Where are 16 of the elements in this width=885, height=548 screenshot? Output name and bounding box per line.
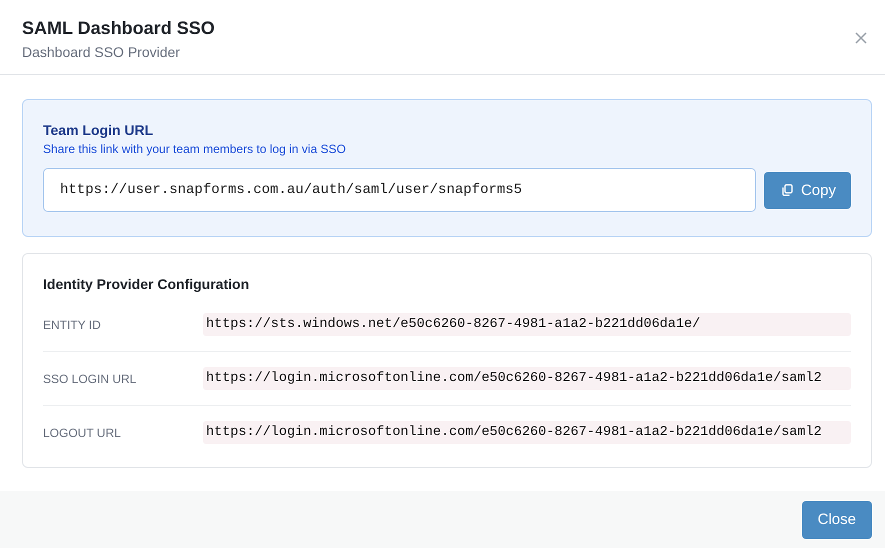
close-icon[interactable]	[855, 32, 867, 44]
code-value: https://login.microsoftonline.com/e50c6260-8267-4981-a1a2-b221dd06da1e/saml2	[203, 367, 851, 390]
code-value: https://login.microsoftonline.com/e50c6260-8267-4981-a1a2-b221dd06da1e/saml2	[203, 421, 851, 444]
dialog-subtitle: Dashboard SSO Provider	[22, 44, 181, 60]
url-field[interactable]: https://user.snapforms.com.au/auth/saml/user/snapforms5	[43, 168, 756, 212]
copy-button[interactable]: Copy	[764, 172, 851, 209]
field-label: LOGOUT URL	[43, 426, 122, 440]
card-title: Identity Provider Configuration	[43, 276, 250, 292]
close-button[interactable]: Close	[802, 500, 872, 539]
code-value: https://sts.windows.net/e50c6260-8267-4981-a1a2-b221dd06da1e/	[203, 313, 851, 336]
card-title: Team Login URL	[43, 122, 154, 138]
card-hint: Share this link with your team members to log in via SSO	[43, 142, 347, 156]
dialog-title: SAML Dashboard SSO	[22, 18, 215, 39]
copy-icon	[782, 184, 793, 196]
field-label: SSO LOGIN URL	[43, 372, 138, 386]
field-label: ENTITY ID	[43, 318, 102, 332]
